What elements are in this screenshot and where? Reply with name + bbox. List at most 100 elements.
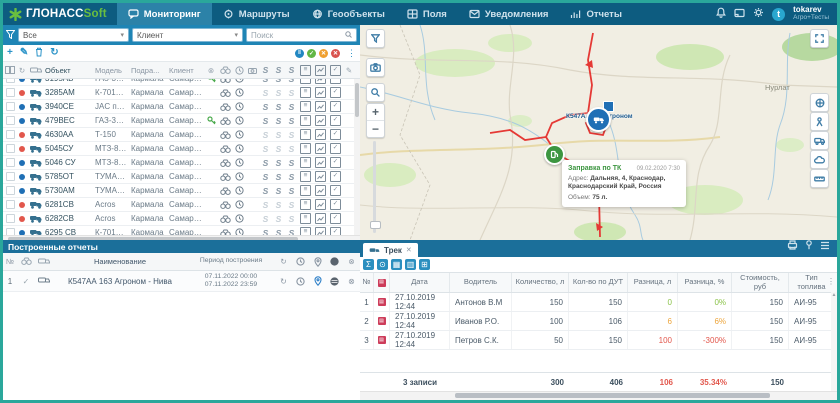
- row-checkbox[interactable]: [6, 200, 15, 209]
- history-icon[interactable]: [233, 186, 246, 195]
- zoom-in-button[interactable]: +: [367, 104, 384, 120]
- show-track-button[interactable]: [309, 276, 326, 286]
- chart-icon[interactable]: [313, 143, 328, 154]
- list-icon[interactable]: ≡: [298, 199, 313, 210]
- zoom-slider-handle[interactable]: [370, 221, 381, 229]
- built-report-row[interactable]: 1 ✓ К547АА 163 Агроном - Нива 07.11.2022…: [3, 271, 360, 292]
- sensor-s-icon[interactable]: S: [259, 144, 272, 154]
- column-name[interactable]: Наименование: [53, 257, 187, 266]
- status-paused-badge[interactable]: ‖: [295, 49, 304, 58]
- column-n[interactable]: №: [360, 273, 374, 292]
- tab-routes[interactable]: Маршруты: [212, 3, 301, 25]
- refuel-event-icon[interactable]: ▤: [374, 293, 390, 311]
- sensor-s-icon[interactable]: S: [272, 102, 285, 112]
- gear-icon[interactable]: [753, 5, 764, 23]
- delete-button[interactable]: [35, 47, 43, 60]
- edit-button[interactable]: ✎: [20, 48, 28, 58]
- history-icon[interactable]: [233, 116, 246, 125]
- column-department[interactable]: Подра...: [131, 66, 169, 75]
- vehicle-row[interactable]: 3940СЕ JAC п… Кармала Самар… S S S ≡ ✓: [3, 100, 360, 114]
- history-button[interactable]: [292, 277, 309, 286]
- tasks-icon[interactable]: ✓: [328, 87, 343, 98]
- sensor-s-icon[interactable]: S: [285, 102, 298, 112]
- row-checkbox[interactable]: [6, 102, 15, 111]
- client-filter-select[interactable]: Клиент▾: [132, 28, 243, 42]
- chart-icon[interactable]: [313, 115, 328, 126]
- tasks-icon[interactable]: ✓: [328, 185, 343, 196]
- binoculars-icon[interactable]: [217, 79, 233, 83]
- sensor-s-icon[interactable]: S: [272, 186, 285, 196]
- list-icon[interactable]: ≡: [298, 87, 313, 98]
- sensor-s-icon[interactable]: S: [285, 116, 298, 126]
- column-cost[interactable]: Стоимость, руб: [732, 273, 789, 292]
- tab-monitoring[interactable]: Мониторинг: [117, 3, 212, 25]
- sensor-s-icon[interactable]: S: [285, 186, 298, 196]
- list-icon[interactable]: ≡: [298, 143, 313, 154]
- sensor-s-icon[interactable]: S: [285, 214, 298, 224]
- column-qty[interactable]: Количество, л: [512, 273, 569, 292]
- list-icon[interactable]: ≡: [298, 115, 313, 126]
- column-model[interactable]: Модель: [95, 66, 131, 75]
- chart-icon[interactable]: [313, 101, 328, 112]
- settings-icon[interactable]: ⊙: [377, 259, 388, 270]
- add-button[interactable]: +: [7, 48, 13, 58]
- report-horizontal-scrollbar[interactable]: [360, 391, 837, 400]
- map-ruler-button[interactable]: [810, 169, 829, 188]
- user-menu[interactable]: tokarev Агро+Тесты: [793, 6, 829, 22]
- report-row[interactable]: 3 ▤ 27.10.2019 12:44 Петров С.К. 50 150 …: [360, 331, 837, 350]
- tab-notifications[interactable]: Уведомления: [458, 3, 560, 25]
- binoculars-icon[interactable]: [217, 117, 233, 125]
- history-icon[interactable]: [233, 228, 246, 235]
- column-diff-pct[interactable]: Разница, %: [678, 273, 732, 292]
- vehicle-row[interactable]: 6281СВ Acros Кармала Самар… S S S ≡ ✓: [3, 198, 360, 212]
- binoculars-icon[interactable]: [217, 89, 233, 97]
- chart-icon[interactable]: [313, 227, 328, 235]
- refuel-event-icon[interactable]: ▤: [374, 331, 390, 349]
- row-checkbox[interactable]: [6, 186, 15, 195]
- sensor-s-icon[interactable]: S: [259, 158, 272, 168]
- vehicle-marker[interactable]: [586, 107, 611, 132]
- history-icon[interactable]: [233, 200, 246, 209]
- vehicle-row[interactable]: 3195АВ ГАЗ-3… Кармала Самар… S S S ≡ ✓: [3, 79, 360, 86]
- status-ok-badge[interactable]: ✓: [307, 49, 316, 58]
- report-checkbox[interactable]: ✓: [17, 277, 35, 286]
- vehicle-row[interactable]: 5730АМ ТУМА… Кармала Самар… S S S ≡ ✓: [3, 184, 360, 198]
- list-icon[interactable]: ≡: [298, 171, 313, 182]
- remove-button[interactable]: ⊗: [343, 277, 360, 286]
- map-camera-button[interactable]: [366, 58, 385, 77]
- column-period[interactable]: Период построения: [187, 257, 275, 265]
- row-checkbox[interactable]: [6, 79, 15, 83]
- sensor-s-icon[interactable]: S: [259, 130, 272, 140]
- zoom-slider[interactable]: [373, 141, 376, 233]
- list-icon[interactable]: ≡: [298, 185, 313, 196]
- sensor-s-icon[interactable]: S: [259, 200, 272, 210]
- column-object[interactable]: Объект: [45, 66, 95, 75]
- export-icon[interactable]: ⊞: [419, 259, 430, 270]
- status-warning-badge[interactable]: ✕: [319, 49, 328, 58]
- sensor-s-icon[interactable]: S: [272, 214, 285, 224]
- row-checkbox[interactable]: [6, 158, 15, 167]
- sensor-s-icon[interactable]: S: [259, 79, 272, 84]
- vehicle-row[interactable]: 6295 СВ К-701… Кармала Самар… S S S ≡ ✓: [3, 226, 360, 235]
- refresh-button[interactable]: ↻: [50, 48, 58, 58]
- map-vehicle-button[interactable]: [810, 131, 829, 150]
- report-row[interactable]: 2 ▤ 27.10.2019 12:44 Иванов Р.О. 100 106…: [360, 312, 837, 331]
- sensor-s-icon[interactable]: S: [272, 172, 285, 182]
- refuel-event-icon[interactable]: ▤: [374, 312, 390, 330]
- sensor-s-icon[interactable]: S: [272, 228, 285, 236]
- column-date[interactable]: Дата: [390, 273, 450, 292]
- sensor-s-icon[interactable]: S: [272, 88, 285, 98]
- list-icon[interactable]: ≡: [298, 157, 313, 168]
- row-checkbox[interactable]: [6, 144, 15, 153]
- avatar[interactable]: t: [772, 8, 785, 21]
- sensor-s-icon[interactable]: S: [285, 88, 298, 98]
- more-menu-icon[interactable]: ⋮: [347, 48, 356, 59]
- vehicle-row[interactable]: 4630АА Т-150 Кармала Самар… S S S ≡ ✓: [3, 128, 360, 142]
- table-icon[interactable]: ▦: [391, 259, 402, 270]
- map-track-button[interactable]: [810, 112, 829, 131]
- sensor-s-icon[interactable]: S: [285, 172, 298, 182]
- binoculars-icon[interactable]: [217, 103, 233, 111]
- report-row[interactable]: 1 ▤ 27.10.2019 12:44 Антонов В.М 150 150…: [360, 293, 837, 312]
- search-input[interactable]: Поиск: [246, 28, 357, 42]
- vehicle-row[interactable]: 5046 СУ МТЗ-8… Кармала Самар… S S S ≡ ✓: [3, 156, 360, 170]
